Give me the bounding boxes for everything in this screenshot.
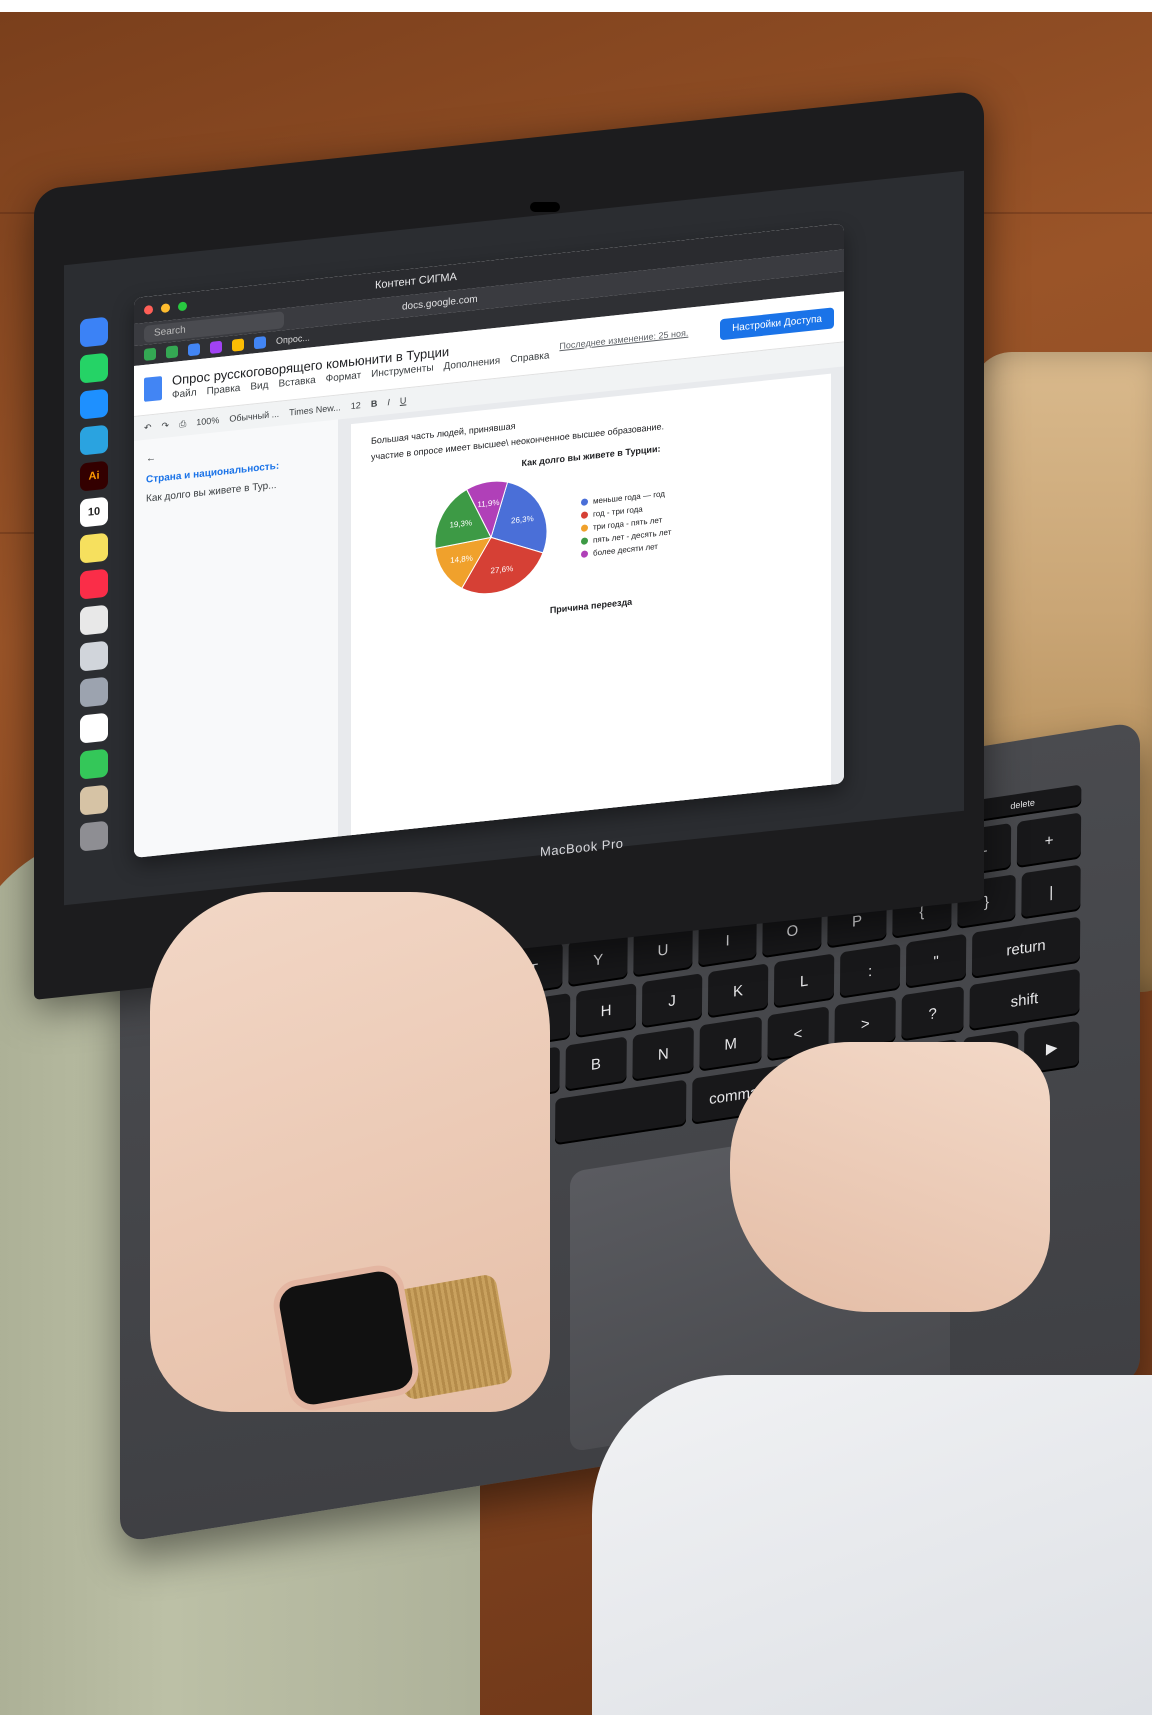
bookmark-sheets-icon[interactable] xyxy=(166,345,178,359)
legend-swatch xyxy=(581,549,588,558)
document-outline: ← Страна и национальность: Как долго вы … xyxy=(134,419,338,858)
right-hand xyxy=(730,1042,1050,1312)
camera-icon xyxy=(530,202,560,212)
zoom-select[interactable]: 100% xyxy=(196,415,219,427)
last-edit-link[interactable]: Последнее изменение: 25 ноя. xyxy=(559,328,688,352)
legend-swatch xyxy=(581,523,588,532)
key[interactable]: return xyxy=(971,916,1081,979)
key[interactable]: + xyxy=(1017,812,1082,869)
chart-legend: меньше года — год год - три года три года … xyxy=(581,488,671,558)
docs-logo-icon[interactable] xyxy=(144,375,162,402)
preview-icon[interactable] xyxy=(80,640,108,672)
safari-icon[interactable] xyxy=(80,388,108,420)
photo-scene: escF1F2F3F4F5F6F7F8F9F10delete ~!@#$%^&*… xyxy=(0,12,1152,1715)
zoom-window-icon[interactable] xyxy=(178,300,187,311)
style-select[interactable]: Обычный ... xyxy=(229,409,279,424)
document-body: ← Страна и национальность: Как долго вы … xyxy=(134,366,844,858)
key[interactable]: K xyxy=(707,963,769,1019)
menu-item[interactable]: Вид xyxy=(250,380,268,393)
key[interactable]: B xyxy=(565,1036,627,1092)
italic-icon[interactable]: I xyxy=(387,397,390,407)
legend-swatch xyxy=(581,510,588,519)
telegram-icon[interactable] xyxy=(80,424,108,456)
music-icon[interactable] xyxy=(80,568,108,600)
bold-icon[interactable]: B xyxy=(371,398,378,409)
smartwatch xyxy=(269,1261,423,1415)
finder-icon[interactable] xyxy=(80,316,108,348)
calendar-icon[interactable]: 10 xyxy=(80,496,108,528)
messages-icon[interactable] xyxy=(80,748,108,780)
browser-window: Контент СИГМА Search docs.google.com Опр… xyxy=(134,223,844,858)
key[interactable]: H xyxy=(575,983,637,1039)
font-size-field[interactable]: 12 xyxy=(351,400,361,411)
chrome-icon[interactable] xyxy=(80,712,108,744)
bookmark-slides-icon[interactable] xyxy=(232,338,244,352)
key[interactable]: N xyxy=(632,1026,695,1082)
key[interactable]: M xyxy=(699,1016,762,1072)
page-area: Большая часть людей, принявшая участие в… xyxy=(338,366,844,840)
menu-item[interactable]: Файл xyxy=(172,387,197,401)
bookmark-forms-icon[interactable] xyxy=(210,340,222,354)
key[interactable]: : xyxy=(839,943,901,999)
font-select[interactable]: Times New... xyxy=(289,402,341,417)
key[interactable]: J xyxy=(641,973,703,1029)
menu-item[interactable]: Вставка xyxy=(278,375,315,390)
print-icon[interactable]: ⎙ xyxy=(179,418,186,430)
legend-swatch xyxy=(581,497,588,506)
key[interactable]: " xyxy=(905,933,967,989)
menu-item[interactable]: Справка xyxy=(510,350,549,365)
sweater-sleeve xyxy=(592,1375,1152,1715)
bookmark-docs-icon[interactable] xyxy=(254,336,266,350)
close-window-icon[interactable] xyxy=(144,304,153,315)
trash-icon[interactable] xyxy=(80,820,108,852)
draw-icon[interactable] xyxy=(80,604,108,636)
legend-label: год - три года xyxy=(593,503,643,519)
legend-swatch xyxy=(581,536,588,545)
redo-icon[interactable]: ↷ xyxy=(162,420,170,432)
key[interactable]: shift xyxy=(969,968,1080,1032)
key[interactable]: L xyxy=(773,953,835,1009)
legend-label: более десяти лет xyxy=(593,541,658,558)
illustrator-icon[interactable]: Ai xyxy=(80,460,108,492)
address-field[interactable]: docs.google.com xyxy=(402,293,478,312)
laptop-screen: Ai 10 Контент СИГМА Search docs.google.co… xyxy=(64,170,964,906)
menu-item[interactable]: Формат xyxy=(326,370,362,385)
window-title: Контент СИГМА xyxy=(375,271,457,292)
whatsapp-icon[interactable] xyxy=(80,352,108,384)
notes-icon[interactable] xyxy=(80,532,108,564)
document-page[interactable]: Большая часть людей, принявшая участие в… xyxy=(351,373,831,839)
files-icon[interactable] xyxy=(80,784,108,816)
dock: Ai 10 xyxy=(72,316,116,881)
key[interactable]: ? xyxy=(901,986,964,1042)
bookmark-sheets-icon[interactable] xyxy=(144,347,156,361)
minimize-window-icon[interactable] xyxy=(161,302,170,313)
pie-chart-svg: 26,3%27,6%14,8%19,3%11,9% xyxy=(434,480,548,595)
underline-icon[interactable]: U xyxy=(400,395,407,406)
share-button[interactable]: Настройки Доступа xyxy=(720,306,834,340)
menu-item[interactable]: Правка xyxy=(207,383,241,398)
bookmark-label[interactable]: Опрос... xyxy=(276,332,310,346)
undo-icon[interactable]: ↶ xyxy=(144,422,152,434)
settings-icon[interactable] xyxy=(80,676,108,708)
bookmark-docs-icon[interactable] xyxy=(188,343,200,357)
key[interactable]: | xyxy=(1021,864,1081,920)
